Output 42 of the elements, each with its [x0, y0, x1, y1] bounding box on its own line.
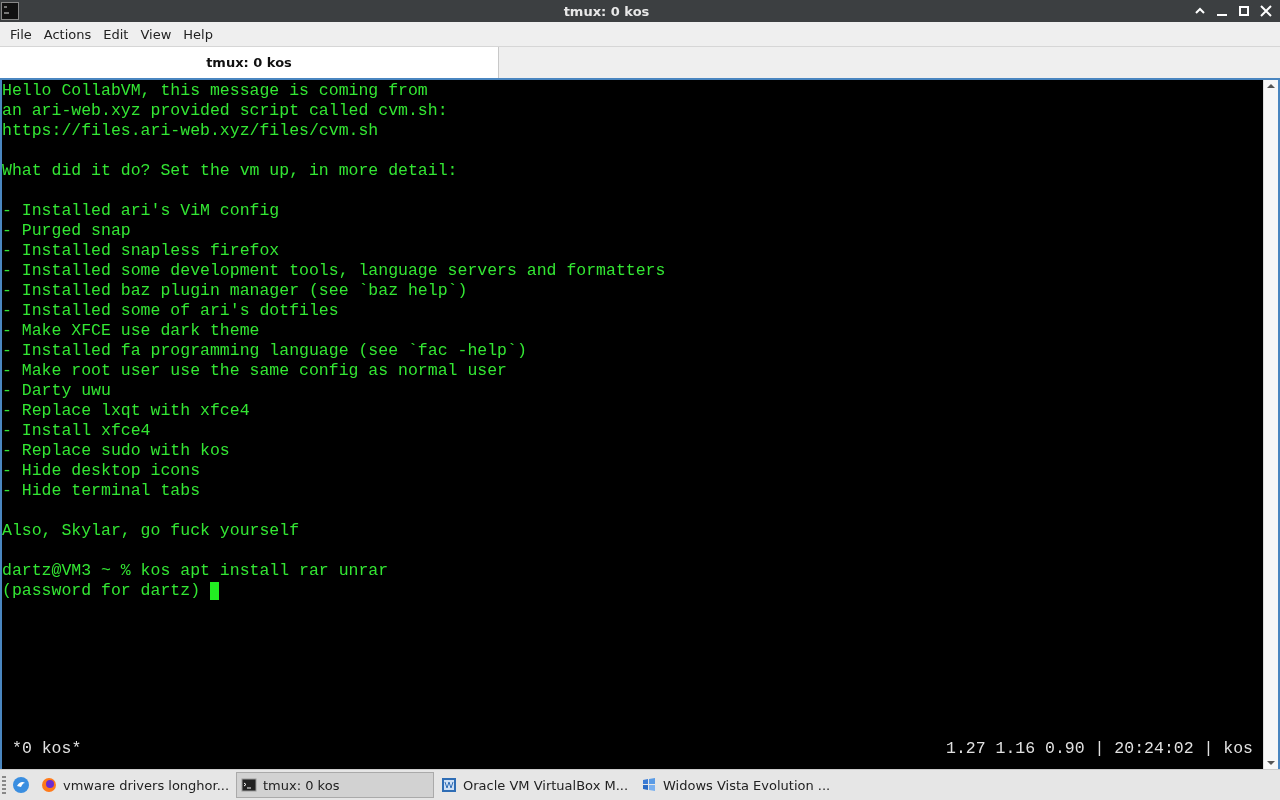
scrollbar[interactable]	[1263, 80, 1278, 769]
terminal-line: - Hide desktop icons	[2, 461, 201, 481]
terminal-line: Also, Skylar, go fuck yourself	[2, 521, 300, 541]
terminal-line: - Installed snapless firefox	[2, 241, 280, 261]
terminal-line: - Replace lxqt with xfce4	[2, 401, 250, 421]
taskbar-item[interactable]: tmux: 0 kos	[236, 772, 434, 798]
terminal-icon	[1, 2, 19, 20]
terminal-line: - Replace sudo with kos	[2, 441, 230, 461]
menu-item[interactable]: Actions	[37, 26, 98, 42]
terminal-line: - Darty uwu	[2, 381, 111, 401]
terminal-line: - Purged snap	[2, 221, 131, 241]
window-title: tmux: 0 kos	[562, 3, 651, 19]
app-menu-icon[interactable]	[12, 776, 30, 794]
taskbar-item[interactable]: Widows Vista Evolution ...	[636, 772, 834, 798]
maximize-icon[interactable]	[1238, 5, 1250, 17]
terminal-icon	[241, 777, 257, 793]
terminal-line: - Installed fa programming language (see `fac -help`)	[2, 341, 527, 361]
tab[interactable]: tmux: 0 kos	[0, 47, 499, 78]
terminal-line: Hello CollabVM, this message is coming from	[2, 81, 428, 101]
menu-item[interactable]: View	[134, 26, 178, 42]
close-icon[interactable]	[1260, 5, 1272, 17]
menu-item[interactable]: Edit	[97, 26, 135, 42]
terminal-line: - Installed some of ari's dotfiles	[2, 301, 339, 321]
terminal-line: https://files.ari-web.xyz/files/cvm.sh	[2, 121, 379, 141]
tmux-status-info: 1.27 1.16 0.90 | 20:24:02 | kos	[946, 739, 1253, 759]
terminal-line: an ari-web.xyz provided script called cvm.sh:	[2, 101, 448, 121]
terminal-line: dartz@VM3 ~ % kos apt install rar unrar	[2, 561, 389, 581]
taskbar-item[interactable]: Oracle VM VirtualBox M...	[436, 772, 634, 798]
menu-item[interactable]: File	[4, 26, 38, 42]
menu-item[interactable]: Help	[177, 26, 219, 42]
terminal-line: - Make XFCE use dark theme	[2, 321, 260, 341]
terminal-line: - Installed some development tools, language servers and formatters	[2, 261, 666, 281]
terminal-line: (password for dartz)	[2, 581, 201, 601]
terminal-line: - Install xfce4	[2, 421, 151, 441]
taskbar-item[interactable]: vmware drivers longhor...	[36, 772, 234, 798]
firefox-icon	[41, 777, 57, 793]
terminal-line: - Make root user use the same config as normal user	[2, 361, 507, 381]
tmux-window-list: *0 kos*	[12, 739, 82, 759]
terminal-line: - Installed baz plugin manager (see `baz help`)	[2, 281, 468, 301]
terminal-line: What did it do? Set the vm up, in more detail:	[2, 161, 458, 181]
terminal-line: - Hide terminal tabs	[2, 481, 201, 501]
terminal-line: - Installed ari's ViM config	[2, 201, 280, 221]
